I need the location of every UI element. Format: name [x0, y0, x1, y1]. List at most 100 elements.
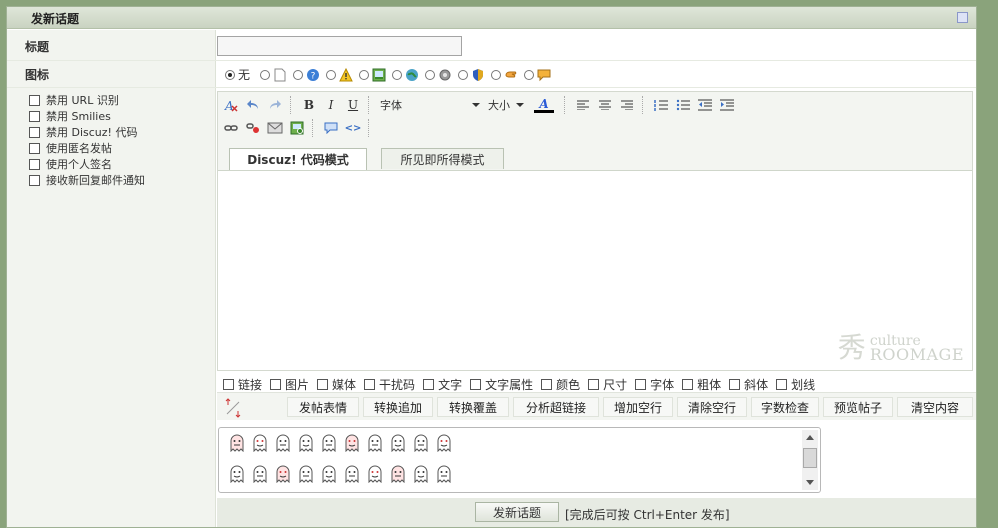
option-disable-smilies[interactable]: 禁用 Smilies: [29, 108, 111, 124]
smiley-icon[interactable]: [367, 465, 383, 483]
smiley-icon[interactable]: [390, 434, 406, 452]
email-icon[interactable]: [266, 119, 284, 137]
word-count-button[interactable]: 字数检查: [751, 397, 819, 417]
icon-radio-warning[interactable]: [326, 69, 337, 80]
code-option-size[interactable]: 尺寸: [588, 376, 627, 393]
smiley-icon[interactable]: [436, 465, 452, 483]
bold-button[interactable]: B: [300, 96, 318, 114]
icon-radio-hand[interactable]: [491, 69, 502, 80]
submit-button[interactable]: 发新话题: [475, 502, 559, 522]
unordered-list-icon[interactable]: [674, 96, 692, 114]
insert-image-icon[interactable]: [288, 119, 306, 137]
italic-button[interactable]: I: [322, 96, 340, 114]
toolbar-separator: [368, 96, 372, 114]
font-color-button[interactable]: A: [530, 96, 558, 114]
smiley-icon[interactable]: [367, 434, 383, 452]
smilies-button[interactable]: 发帖表情: [287, 397, 359, 417]
icon-radio-gear[interactable]: [425, 69, 436, 80]
code-option-media[interactable]: 媒体: [317, 376, 356, 393]
code-option-image[interactable]: 图片: [270, 376, 309, 393]
code-button[interactable]: <>: [344, 119, 362, 137]
option-email-notify[interactable]: 接收新回复邮件通知: [29, 172, 145, 188]
watermark-logo: 秀: [837, 331, 866, 364]
smilies-scrollbar[interactable]: [802, 430, 818, 490]
preview-button[interactable]: 预览帖子: [823, 397, 893, 417]
message-textarea[interactable]: 秀 culture ROOMAGE: [218, 170, 972, 370]
option-disable-discuz-code[interactable]: 禁用 Discuz! 代码: [29, 124, 137, 140]
checkbox[interactable]: [29, 142, 40, 154]
redo-icon[interactable]: [266, 96, 284, 114]
ordered-list-icon[interactable]: [652, 96, 670, 114]
smiley-icon[interactable]: [252, 465, 268, 483]
checkbox[interactable]: [29, 110, 40, 122]
icon-radio-image[interactable]: [359, 69, 370, 80]
convert-overwrite-button[interactable]: 转换覆盖: [437, 397, 509, 417]
collapse-icon[interactable]: [957, 12, 968, 23]
option-anonymous[interactable]: 使用匿名发帖: [29, 140, 112, 156]
size-select[interactable]: 大小: [486, 97, 526, 113]
code-option-italic[interactable]: 斜体: [729, 376, 768, 393]
undo-icon[interactable]: [244, 96, 262, 114]
icon-radio-globe[interactable]: [392, 69, 403, 80]
indent-icon[interactable]: [718, 96, 736, 114]
icon-radio-shield[interactable]: [458, 69, 469, 80]
smiley-icon[interactable]: [252, 434, 268, 452]
align-right-icon[interactable]: [618, 96, 636, 114]
icon-radio-help[interactable]: [293, 69, 304, 80]
resize-handle-icon[interactable]: [223, 398, 243, 418]
code-option-link[interactable]: 链接: [223, 376, 262, 393]
unlink-icon[interactable]: [244, 119, 262, 137]
outdent-icon[interactable]: [696, 96, 714, 114]
code-option-bold[interactable]: 粗体: [682, 376, 721, 393]
parse-links-button[interactable]: 分析超链接: [513, 397, 599, 417]
smiley-icon[interactable]: [275, 434, 291, 452]
smiley-icon[interactable]: [436, 434, 452, 452]
scroll-up-icon[interactable]: [806, 435, 814, 440]
convert-append-button[interactable]: 转换追加: [363, 397, 433, 417]
font-select[interactable]: 字体: [378, 97, 482, 113]
tab-wysiwyg[interactable]: 所见即所得模式: [381, 148, 504, 169]
smiley-icon[interactable]: [229, 434, 245, 452]
icon-radio-comment[interactable]: [524, 69, 535, 80]
code-option-color[interactable]: 颜色: [541, 376, 580, 393]
quote-icon[interactable]: [322, 119, 340, 137]
smiley-icon[interactable]: [229, 465, 245, 483]
remove-format-icon[interactable]: A: [222, 96, 240, 114]
smiley-icon[interactable]: [298, 434, 314, 452]
code-option-strike[interactable]: 划线: [776, 376, 815, 393]
smiley-icon[interactable]: [321, 434, 337, 452]
scroll-thumb[interactable]: [803, 448, 817, 468]
checkbox[interactable]: [29, 158, 40, 170]
checkbox[interactable]: [29, 174, 40, 186]
align-left-icon[interactable]: [574, 96, 592, 114]
link-icon[interactable]: [222, 119, 240, 137]
option-disable-url[interactable]: 禁用 URL 识别: [29, 92, 119, 108]
tab-discuz-code[interactable]: Discuz! 代码模式: [229, 148, 367, 170]
option-signature[interactable]: 使用个人签名: [29, 156, 112, 172]
subject-input[interactable]: [217, 36, 462, 56]
submit-hint: [完成后可按 Ctrl+Enter 发布]: [565, 508, 730, 522]
add-line-button[interactable]: 增加空行: [603, 397, 673, 417]
code-option-font[interactable]: 字体: [635, 376, 674, 393]
chevron-down-icon: [516, 103, 524, 107]
checkbox[interactable]: [29, 94, 40, 106]
scroll-down-icon[interactable]: [806, 480, 814, 485]
smiley-icon[interactable]: [390, 465, 406, 483]
smiley-icon[interactable]: [413, 434, 429, 452]
smiley-icon[interactable]: [344, 434, 360, 452]
smiley-icon[interactable]: [298, 465, 314, 483]
smiley-icon[interactable]: [321, 465, 337, 483]
icon-radio-page[interactable]: [260, 69, 271, 80]
align-center-icon[interactable]: [596, 96, 614, 114]
remove-lines-button[interactable]: 清除空行: [677, 397, 747, 417]
clear-content-button[interactable]: 清空内容: [897, 397, 973, 417]
icon-radio-none[interactable]: [225, 69, 235, 80]
smiley-icon[interactable]: [275, 465, 291, 483]
smiley-icon[interactable]: [413, 465, 429, 483]
code-option-text-attr[interactable]: 文字属性: [470, 376, 533, 393]
smiley-icon[interactable]: [344, 465, 360, 483]
underline-button[interactable]: U: [344, 96, 362, 114]
checkbox[interactable]: [29, 126, 40, 138]
code-option-text[interactable]: 文字: [423, 376, 462, 393]
code-option-jammer[interactable]: 干扰码: [364, 376, 415, 393]
